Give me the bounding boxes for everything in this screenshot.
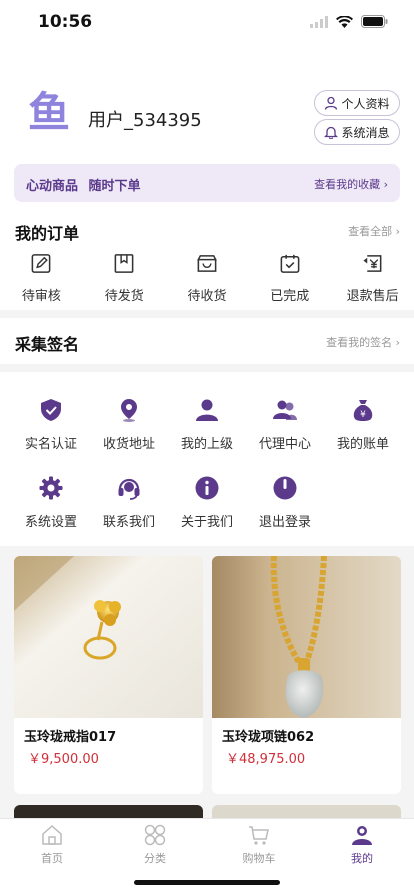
users-icon	[273, 400, 297, 420]
refund-icon	[362, 255, 382, 272]
shipping-address[interactable]: 收货地址	[90, 397, 168, 452]
order-pending-review[interactable]: 待审核	[0, 252, 83, 304]
order-refund[interactable]: 退款售后	[331, 252, 414, 304]
my-superior[interactable]: 我的上级	[168, 397, 246, 452]
power-icon	[273, 476, 297, 500]
product-name: 玉玲珑戒指017	[24, 730, 117, 745]
status-bar: 10:56	[0, 0, 414, 48]
svg-text:鱼: 鱼	[28, 88, 70, 136]
avatar[interactable]: 鱼	[24, 86, 74, 136]
product-card-partial[interactable]	[14, 805, 203, 818]
system-settings[interactable]: 系统设置	[12, 475, 90, 530]
user-icon	[196, 399, 218, 421]
category-icon	[144, 824, 166, 846]
agent-center[interactable]: 代理中心	[246, 397, 324, 452]
info-icon	[195, 476, 219, 500]
to-ship-icon	[114, 254, 134, 273]
profile-header: 鱼 用户_534395 个人资料 系统消息	[0, 48, 414, 158]
home-indicator	[134, 880, 280, 885]
tab-home[interactable]: 首页	[0, 823, 104, 866]
gear-icon	[39, 476, 63, 500]
order-completed[interactable]: 已完成	[248, 252, 331, 304]
completed-icon	[280, 254, 300, 273]
profile-button-label: 个人资料	[341, 96, 390, 111]
logout[interactable]: 退出登录	[246, 475, 324, 530]
order-status-row: 待审核 待发货 待收货 已完成 退款售后	[0, 252, 414, 304]
tab-category[interactable]: 分类	[103, 823, 207, 866]
signature-title: 采集签名	[15, 335, 80, 354]
orders-title: 我的订单	[15, 224, 80, 243]
banner-slogan: 心动商品 随时下单	[26, 179, 141, 194]
product-price: ￥9,500.00	[28, 752, 99, 767]
real-name-auth[interactable]: 实名认证	[12, 397, 90, 452]
messages-button-label: 系统消息	[341, 125, 390, 140]
product-name: 玉玲珑项链062	[222, 730, 315, 745]
pending-review-icon	[31, 254, 51, 273]
signature-section[interactable]: 采集签名 查看我的签名 ›	[0, 318, 414, 364]
headset-icon	[118, 478, 140, 500]
bell-icon	[324, 126, 339, 139]
cart-icon	[249, 826, 269, 845]
order-to-receive[interactable]: 待收货	[166, 252, 249, 304]
product-card[interactable]: 玉玲珑项链062 ￥48,975.00	[212, 556, 401, 794]
view-signature-link[interactable]: 查看我的签名 ›	[326, 334, 400, 350]
order-to-ship[interactable]: 待发货	[83, 252, 166, 304]
product-image-necklace	[212, 556, 401, 718]
product-image-ring	[14, 556, 203, 718]
product-card-partial[interactable]	[212, 805, 401, 818]
money-bag-icon: ¥	[353, 400, 373, 421]
profile-icon	[352, 826, 372, 845]
about-us[interactable]: 关于我们	[168, 475, 246, 530]
messages-button[interactable]: 系统消息	[314, 119, 400, 145]
tab-mine[interactable]: 我的	[310, 823, 414, 866]
wifi-icon	[336, 15, 353, 28]
to-receive-icon	[197, 255, 217, 272]
user-outline-icon	[325, 96, 338, 110]
username: 用户_534395	[88, 110, 202, 131]
location-pin-icon	[121, 399, 137, 422]
service-grid: 实名认证 收货地址 我的上级 代理中心 ¥ 我的账单 系统设置 联系我们 关于我…	[0, 372, 414, 546]
product-list: 玉玲珑戒指017 ￥9,500.00 玉玲珑项链062 ￥48,975.00	[0, 548, 414, 818]
shield-check-icon	[41, 399, 61, 421]
status-time: 10:56	[38, 12, 93, 32]
svg-text:¥: ¥	[360, 410, 366, 420]
view-favorites-link[interactable]: 查看我的收藏 ›	[314, 176, 388, 192]
contact-us[interactable]: 联系我们	[90, 475, 168, 530]
favorites-banner[interactable]: 心动商品 随时下单 查看我的收藏 ›	[14, 164, 400, 202]
signal-icon	[310, 15, 328, 28]
product-price: ￥48,975.00	[226, 752, 306, 767]
profile-button[interactable]: 个人资料	[314, 90, 400, 116]
tab-cart[interactable]: 购物车	[207, 823, 311, 866]
home-icon	[42, 824, 62, 845]
view-all-orders-link[interactable]: 查看全部 ›	[348, 223, 400, 239]
battery-icon	[361, 15, 388, 28]
product-card[interactable]: 玉玲珑戒指017 ￥9,500.00	[14, 556, 203, 794]
my-bills[interactable]: ¥ 我的账单	[324, 397, 402, 452]
